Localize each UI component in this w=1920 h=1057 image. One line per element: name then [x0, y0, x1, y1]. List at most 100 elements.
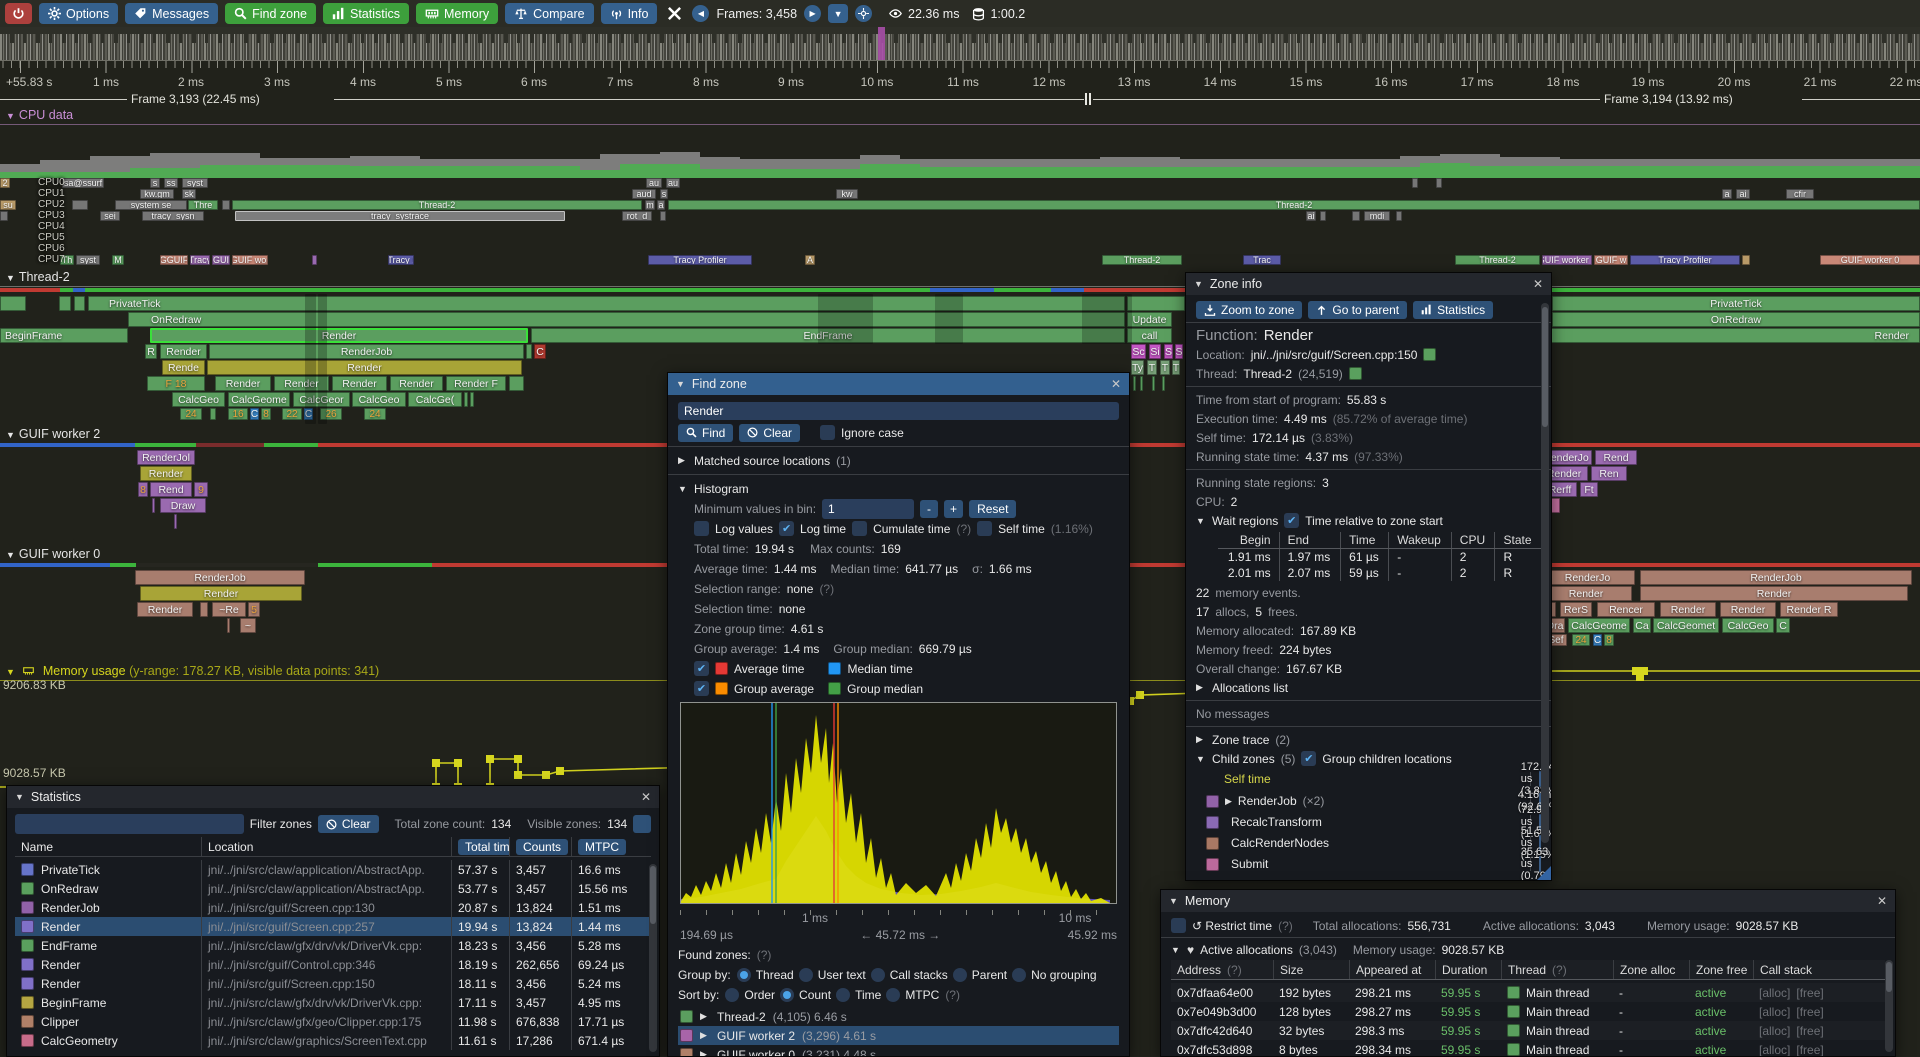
radio-icon[interactable] — [799, 968, 813, 982]
zone-bar[interactable]: Tracy Profiler — [648, 255, 752, 265]
frame-label-left[interactable]: Frame 3,193 (22.45 ms) — [131, 92, 260, 106]
column-mtpc[interactable]: MTPC — [578, 839, 626, 855]
wait-region-row[interactable]: 2.01 ms2.07 ms59 µs -2R — [1218, 565, 1541, 581]
zone-bar[interactable]: Render F — [446, 376, 506, 391]
scrollbar-thumb[interactable] — [650, 866, 656, 924]
column-thread[interactable]: Thread — [1508, 963, 1546, 977]
statistics-row[interactable]: PrivateTick jni/../jni/src/claw/applicat… — [15, 860, 651, 879]
child-zone-row[interactable]: RecalcTransform 72.92 us (1.62%) — [1196, 813, 1541, 831]
zone-bar[interactable]: Render — [1543, 328, 1920, 343]
statistics-row[interactable]: OnRedraw jni/../jni/src/claw/application… — [15, 879, 651, 898]
zone-bar[interactable]: Render — [1720, 602, 1776, 617]
group-by-option[interactable]: User text — [799, 968, 866, 982]
zone-bar[interactable]: Draw — [160, 498, 206, 513]
zone-bar[interactable]: 22 — [282, 408, 302, 420]
zone-bar[interactable] — [464, 392, 468, 407]
column-total-time[interactable]: Total tim — [458, 839, 509, 855]
zone-bar[interactable]: 24 — [1572, 634, 1590, 646]
zone-bar[interactable]: OnRedraw — [128, 312, 1125, 327]
zone-bar[interactable]: Render — [140, 466, 192, 481]
close-icon[interactable]: ✕ — [1111, 377, 1121, 391]
collapse-icon[interactable]: ▼ — [1196, 516, 1206, 526]
zone-bar[interactable]: GUIF worker 2 — [1542, 255, 1592, 265]
zone-bar[interactable] — [660, 211, 666, 221]
histogram-section-row[interactable]: ▼ Histogram — [678, 481, 1119, 496]
zone-bar[interactable]: 8 — [1604, 634, 1614, 646]
zone-bar[interactable]: Ca — [1633, 618, 1651, 633]
column-location[interactable]: Location — [201, 837, 451, 856]
zone-bar[interactable]: Rencer — [1597, 602, 1655, 617]
zone-bar[interactable] — [935, 294, 963, 344]
zone-bar[interactable] — [200, 602, 208, 617]
zone-bar[interactable]: GUIF worker 0 — [1820, 255, 1920, 265]
log-values-checkbox[interactable] — [694, 521, 709, 536]
zone-bar[interactable] — [227, 618, 230, 633]
allocation-row[interactable]: 0x7dfaa64e00 192 bytes 298.21 ms 59.95 s… — [1171, 983, 1885, 1002]
zone-bar[interactable] — [509, 376, 524, 391]
zone-bar[interactable] — [470, 392, 474, 407]
zone-bar[interactable]: CalcGeome — [1568, 618, 1630, 633]
zone-bar[interactable] — [305, 294, 316, 424]
scrollbar-thumb[interactable] — [1542, 307, 1548, 427]
close-icon[interactable]: ✕ — [641, 790, 651, 804]
zone-trace-row[interactable]: ▶ Zone trace(2) — [1196, 732, 1541, 747]
zone-bar[interactable]: R — [145, 344, 157, 359]
column-address[interactable]: Address — [1177, 963, 1221, 977]
zone-bar[interactable]: F 18 — [147, 376, 205, 391]
zone-bar[interactable]: 8 — [261, 408, 271, 420]
radio-icon[interactable] — [780, 988, 794, 1002]
zone-bar[interactable]: syst — [182, 178, 208, 188]
matched-source-locations-row[interactable]: ▶ Matched source locations(1) — [678, 453, 1119, 468]
crosshair-button[interactable] — [855, 5, 872, 22]
zone-bar[interactable] — [210, 408, 216, 420]
find-zone-titlebar[interactable]: ▼ Find zone ✕ — [668, 373, 1129, 395]
next-frame-button[interactable]: ▶ — [804, 5, 821, 22]
expand-icon[interactable]: ▶ — [1225, 796, 1232, 807]
zone-bar[interactable]: Thread-2 — [1455, 255, 1540, 265]
zone-bar[interactable]: Render R — [1780, 602, 1838, 617]
zone-bar[interactable] — [74, 296, 85, 311]
zone-bar[interactable]: Thread-2 — [232, 200, 642, 210]
zone-bar[interactable]: GUIF wor — [232, 255, 268, 265]
found-zone-row[interactable]: ▶ GUIF worker 2 (3,296) 4.61 s — [678, 1026, 1119, 1045]
zone-bar[interactable]: CalcGe( — [408, 392, 462, 407]
zone-bar[interactable]: Render — [1660, 602, 1716, 617]
wait-region-row[interactable]: 1.91 ms1.97 ms61 µs -2R — [1218, 549, 1541, 566]
zone-bar[interactable]: 5 — [248, 602, 260, 617]
found-zone-row[interactable]: ▶ GUIF worker 0 (3,231) 4.48 s — [678, 1045, 1119, 1056]
column-zone-free[interactable]: Zone free — [1689, 960, 1753, 979]
child-zone-row[interactable]: ▶ RenderJob (×2) 4.16 ms (92.60%) — [1196, 792, 1541, 810]
zone-bar[interactable]: Tracy — [190, 255, 210, 265]
zone-bar[interactable]: tracy_systrace — [235, 211, 565, 221]
zone-bar[interactable]: Trac — [1243, 255, 1281, 265]
zone-bar[interactable]: RenderJob — [135, 570, 305, 585]
thread-color-swatch[interactable] — [1349, 367, 1362, 380]
zone-bar[interactable]: ~ — [240, 618, 256, 633]
zone-bar[interactable]: A — [805, 255, 815, 265]
statistics-row[interactable]: BeginFrame jni/../jni/src/claw/gfx/drv/v… — [15, 993, 651, 1012]
expand-icon[interactable]: ▶ — [678, 455, 688, 466]
radio-icon[interactable] — [1012, 968, 1026, 982]
time-relative-checkbox[interactable] — [1284, 513, 1299, 528]
zone-bar[interactable]: Ft — [1580, 482, 1598, 497]
zone-bar[interactable]: 9 — [194, 482, 208, 497]
zone-bar[interactable]: T — [1147, 360, 1157, 375]
zone-bar[interactable]: 24 — [364, 408, 386, 420]
radio-icon[interactable] — [871, 968, 885, 982]
zone-bar[interactable]: su — [0, 200, 16, 210]
zone-bar[interactable] — [1742, 255, 1750, 265]
radio-icon[interactable] — [886, 988, 900, 1002]
find-zone-search-input[interactable]: Render — [678, 402, 1119, 420]
expand-button[interactable]: ▼ — [828, 4, 848, 23]
zone-bar[interactable]: GGUIF — [160, 255, 188, 265]
source-color-swatch[interactable] — [1423, 348, 1436, 361]
zone-bar[interactable]: Tracy Profiler — [1630, 255, 1740, 265]
collapse-icon[interactable]: ▼ — [676, 379, 685, 389]
find-zone-button[interactable]: Find zone — [225, 3, 316, 24]
active-allocations-row[interactable]: ▼ ♥ Active allocations(3,043) Memory usa… — [1171, 942, 1885, 957]
zone-bar[interactable]: Sc — [1131, 344, 1146, 359]
group-children-checkbox[interactable] — [1301, 751, 1316, 766]
sort-by-option[interactable]: Count — [780, 988, 831, 1002]
zone-bar[interactable]: C — [1776, 618, 1790, 633]
zone-bar[interactable]: Ty — [1131, 360, 1144, 375]
